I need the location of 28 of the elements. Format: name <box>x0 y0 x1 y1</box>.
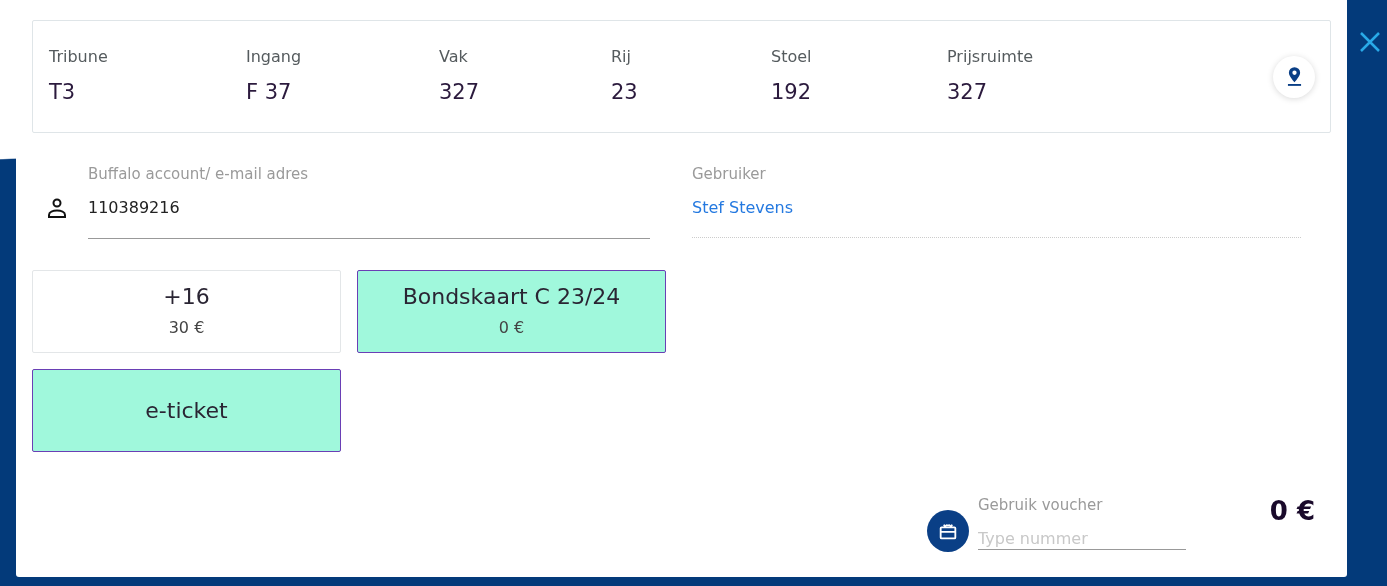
info-value: T3 <box>49 78 77 106</box>
info-label: Tribune <box>49 45 109 68</box>
gift-voucher-icon <box>927 510 969 552</box>
info-label: Prijsruimte <box>947 45 1035 68</box>
ticket-option[interactable]: +16 30 € <box>32 270 341 353</box>
ticket-option[interactable]: e-ticket <box>32 369 341 452</box>
close-button[interactable] <box>1358 30 1382 54</box>
info-value: 327 <box>439 78 481 106</box>
ticket-option[interactable]: Bondskaart C 23/24 0 € <box>357 270 666 353</box>
info-label: Rij <box>611 45 632 68</box>
info-value: F 37 <box>246 78 293 106</box>
close-icon <box>1358 30 1382 54</box>
person-icon <box>45 196 69 220</box>
field-label: Gebruik voucher <box>978 495 1104 516</box>
account-field[interactable]: Buffalo account/ e-mail adres 110389216 <box>88 163 650 239</box>
info-label: Stoel <box>771 45 813 68</box>
location-pin-icon <box>1286 67 1302 86</box>
total-price: 0 € <box>1269 495 1315 528</box>
info-value: 23 <box>611 78 639 106</box>
field-label: Buffalo account/ e-mail adres <box>88 164 310 185</box>
user-name-link[interactable]: Stef Stevens <box>692 195 794 220</box>
info-label: Ingang <box>246 45 303 68</box>
info-value: 192 <box>771 78 813 106</box>
map-button[interactable] <box>1273 55 1315 98</box>
info-value: 327 <box>947 78 989 106</box>
info-label: Vak <box>439 45 469 68</box>
field-label: Gebruiker <box>692 164 767 185</box>
account-input[interactable]: 110389216 <box>88 195 650 220</box>
